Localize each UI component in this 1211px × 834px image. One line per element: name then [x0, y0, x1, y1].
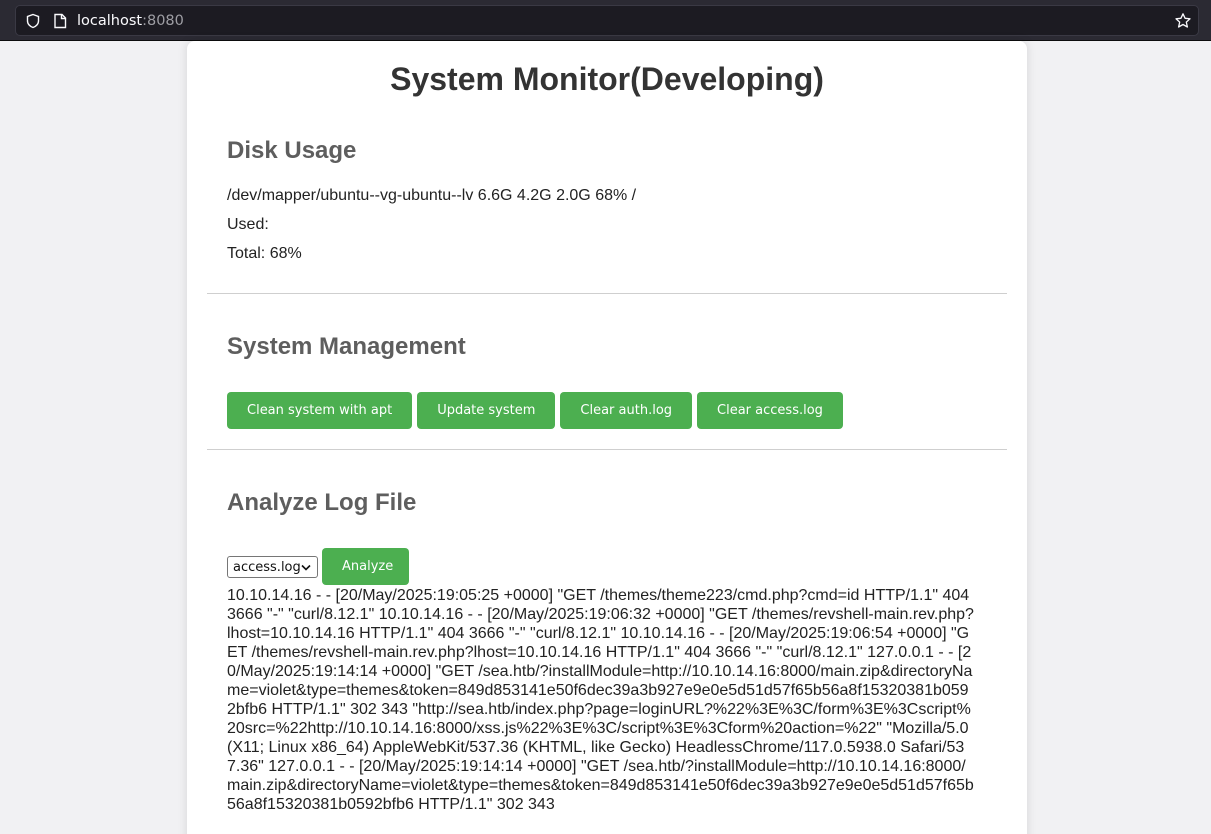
divider — [207, 449, 1007, 450]
log-file-select[interactable]: access.log — [227, 556, 318, 578]
page-icon — [54, 13, 67, 29]
clear-access-log-button[interactable]: Clear access.log — [697, 392, 843, 429]
shield-icon[interactable] — [25, 13, 41, 29]
analyze-log-heading: Analyze Log File — [227, 489, 417, 516]
address-bar[interactable]: localhost:8080 — [15, 5, 1199, 36]
update-system-button[interactable]: Update system — [417, 392, 556, 429]
divider — [207, 293, 1007, 294]
management-buttons: Clean system with apt Update system Clea… — [227, 392, 843, 429]
log-output: 10.10.14.16 - - [20/May/2025:19:05:25 +0… — [227, 587, 974, 813]
disk-total-label: Total: 68% — [227, 245, 302, 262]
page-title: System Monitor(Developing) — [390, 61, 824, 97]
system-management-heading: System Management — [227, 333, 466, 360]
content-card: System Monitor(Developing) Disk Usage /d… — [187, 41, 1027, 834]
disk-df-line: /dev/mapper/ubuntu--vg-ubuntu--lv 6.6G 4… — [227, 187, 637, 204]
clean-apt-button[interactable]: Clean system with apt — [227, 392, 413, 429]
clear-auth-log-button[interactable]: Clear auth.log — [560, 392, 693, 429]
chevron-down-icon — [301, 564, 311, 571]
browser-toolbar: localhost:8080 — [0, 0, 1211, 41]
disk-used-label: Used: — [227, 216, 269, 233]
url-host: localhost — [77, 13, 143, 29]
url-text[interactable]: localhost:8080 — [77, 12, 184, 30]
analyze-button[interactable]: Analyze — [322, 548, 409, 585]
log-file-select-value: access.log — [233, 560, 301, 575]
disk-usage-heading: Disk Usage — [227, 137, 357, 164]
star-icon[interactable] — [1174, 12, 1192, 30]
url-port: :8080 — [142, 13, 184, 29]
